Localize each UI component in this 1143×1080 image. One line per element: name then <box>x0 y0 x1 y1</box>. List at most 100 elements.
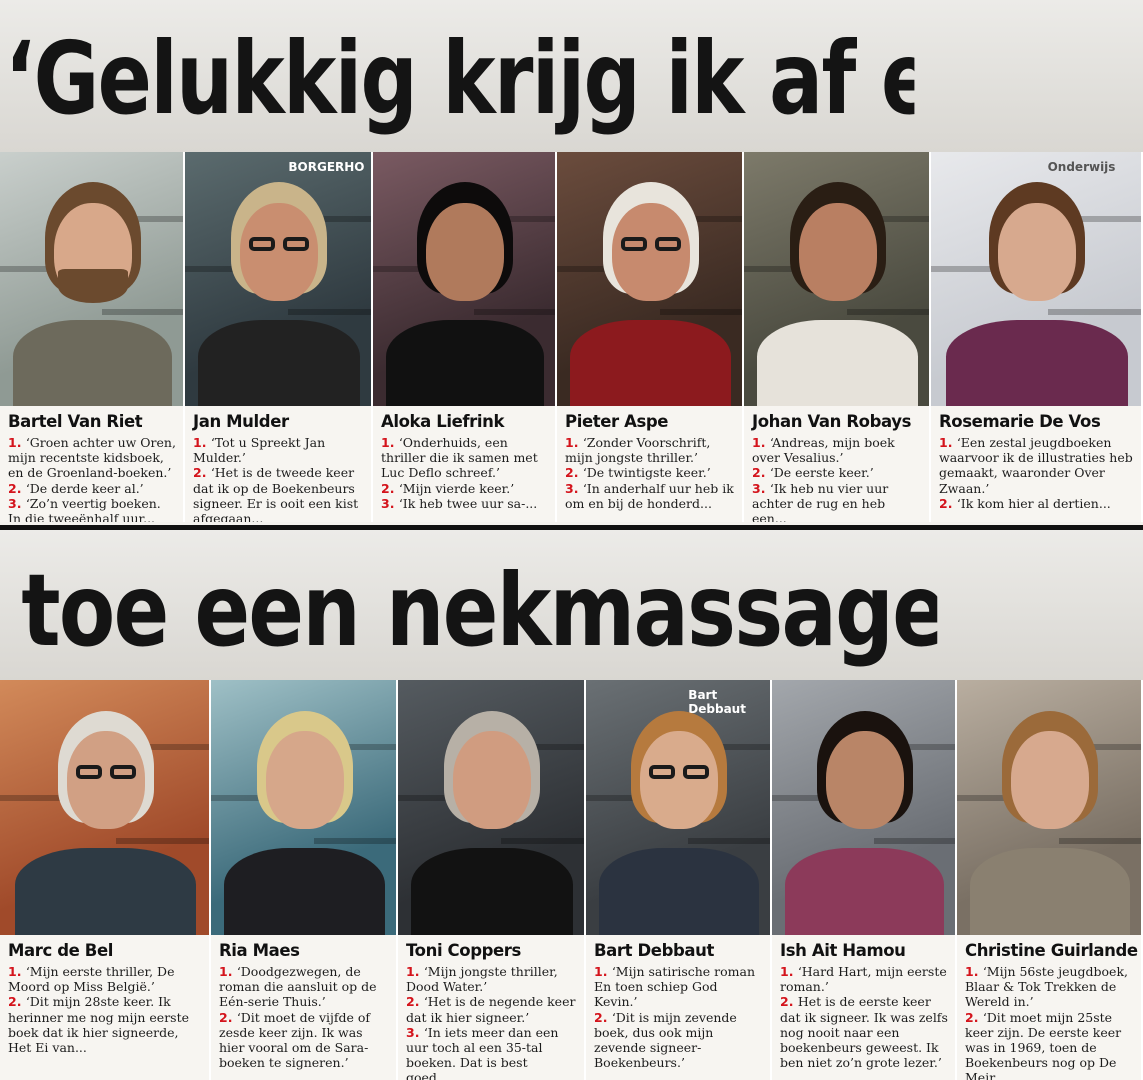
answer-text: ‘Onderhuids, een thriller die ik samen m… <box>381 435 538 481</box>
quote-answer: 3. ‘Ik heb twee uur sa-... <box>381 496 549 511</box>
question-number: 3. <box>381 495 399 511</box>
author-quotes: 1. ‘Andreas, mijn boek over Vesalius.’ 2.… <box>752 435 923 522</box>
question-number: 2. <box>594 1009 612 1025</box>
question-number: 1. <box>780 964 798 979</box>
quote-answer: 2. ‘Dit moet mijn 25ste keer zijn. De ee… <box>965 1010 1135 1080</box>
question-number: 2. <box>780 994 798 1010</box>
quote-answer: 2. Het is de eerste keer dat ik signeer.… <box>780 994 949 1070</box>
quote-answer: 2. ‘De twintigste keer.’ <box>565 465 736 480</box>
author-card-johan-van-robays: Johan Van Robays 1. ‘Andreas, mijn boek o… <box>744 152 931 522</box>
background-sign: Bart Debbaut <box>688 688 746 716</box>
question-number: 1. <box>8 435 26 450</box>
author-photo <box>0 152 183 406</box>
answer-text: ‘Zo’n veertig boeken. In die tweeënhalf … <box>8 495 161 522</box>
answer-text: ‘In anderhalf uur heb ik om en bij de ho… <box>565 480 734 511</box>
question-number: 2. <box>565 465 583 481</box>
answer-text: ‘Ik heb twee uur sa-... <box>398 495 538 511</box>
quote-answer: 1. ‘Tot u Spreekt Jan Mulder.’ <box>193 435 365 465</box>
quote-answer: 1. ‘Hard Hart, mijn eerste roman.’ <box>780 964 949 994</box>
quote-answer: 1. ‘Groen achter uw Oren, mijn recentste… <box>8 435 177 481</box>
question-number: 3. <box>406 1024 424 1040</box>
author-name: Pieter Aspe <box>565 412 669 431</box>
question-number: 1. <box>406 964 424 979</box>
author-quotes: 1. ‘Doodgezwegen, de roman die aansluit … <box>219 964 390 1070</box>
quote-answer: 1. ‘Onderhuids, een thriller die ik same… <box>381 435 549 481</box>
answer-text: ‘Dit moet de vijfde of zesde keer zijn. … <box>219 1009 371 1071</box>
author-quotes: 1. ‘Mijn satirische roman En toen schiep… <box>594 964 764 1070</box>
author-name: Bartel Van Riet <box>8 412 143 431</box>
answer-text: ‘Het is de tweede keer dat ik op de Boek… <box>193 465 359 522</box>
answer-text: ‘Mijn satirische roman En toen schiep Go… <box>594 964 756 1010</box>
question-number: 2. <box>965 1009 983 1025</box>
question-number: 1. <box>381 435 399 450</box>
author-photo <box>744 152 929 406</box>
answer-text: ‘Ik kom hier al dertien... <box>956 495 1111 511</box>
author-card-aloka-liefrink: Aloka Liefrink 1. ‘Onderhuids, een thrill… <box>373 152 557 522</box>
question-number: 2. <box>381 480 399 496</box>
author-name: Jan Mulder <box>193 412 289 431</box>
quote-answer: 2. ‘Het is de negende keer dat ik hier s… <box>406 994 578 1024</box>
quote-answer: 1. ‘Mijn satirische roman En toen schiep… <box>594 964 764 1010</box>
quote-answer: 1. ‘Andreas, mijn boek over Vesalius.’ <box>752 435 923 465</box>
answer-text: ‘Andreas, mijn boek over Vesalius.’ <box>752 435 895 466</box>
author-name: Rosemarie De Vos <box>939 412 1101 431</box>
headline-bottom: toe een nekmassage’ <box>21 552 938 669</box>
quote-answer: 3. ‘In iets meer dan een uur toch al een… <box>406 1025 578 1080</box>
author-card-bart-debbaut: Bart Debbaut Bart Debbaut 1. ‘Mijn satiris… <box>586 680 772 1080</box>
answer-text: ‘De derde keer al.’ <box>25 480 144 496</box>
quote-answer: 3. ‘Ik heb nu vier uur achter de rug en … <box>752 481 923 522</box>
answer-text: ‘Dit mijn 28ste keer. Ik herinner me nog… <box>8 994 189 1056</box>
answer-text: ‘Hard Hart, mijn eerste roman.’ <box>780 964 947 995</box>
portrait-row-top: Bartel Van Riet 1. ‘Groen achter uw Oren,… <box>0 152 1143 522</box>
author-card-toni-coppers: Toni Coppers 1. ‘Mijn jongste thriller, D… <box>398 680 586 1080</box>
answer-text: ‘De twintigste keer.’ <box>582 465 711 481</box>
answer-text: Het is de eerste keer dat ik signeer. Ik… <box>780 994 948 1071</box>
author-photo <box>398 680 584 935</box>
author-quotes: 1. ‘Tot u Spreekt Jan Mulder.’ 2. ‘Het is… <box>193 435 365 522</box>
quote-answer: 3. ‘In anderhalf uur heb ik om en bij de… <box>565 481 736 511</box>
question-number: 3. <box>565 480 583 496</box>
answer-text: ‘Mijn 56ste jeugdboek, Blaar & Tok Trekk… <box>965 964 1128 1010</box>
author-photo <box>211 680 396 935</box>
author-name: Ish Ait Hamou <box>780 941 906 960</box>
background-sign: Onderwijs <box>1047 160 1116 174</box>
author-quotes: 1. ‘Mijn 56ste jeugdboek, Blaar & Tok Tr… <box>965 964 1135 1080</box>
question-number: 1. <box>8 964 26 979</box>
author-name: Ria Maes <box>219 941 300 960</box>
question-number: 2. <box>752 465 770 481</box>
answer-text: ‘Het is de negende keer dat ik hier sign… <box>406 994 576 1025</box>
question-number: 1. <box>594 964 612 979</box>
author-photo <box>772 680 955 935</box>
question-number: 2. <box>939 495 957 511</box>
answer-text: ‘Tot u Spreekt Jan Mulder.’ <box>193 435 326 466</box>
portrait-row-bottom: Marc de Bel 1. ‘Mijn eerste thriller, De … <box>0 680 1143 1080</box>
author-quotes: 1. ‘Groen achter uw Oren, mijn recentste… <box>8 435 177 522</box>
quote-answer: 1. ‘Mijn 56ste jeugdboek, Blaar & Tok Tr… <box>965 964 1135 1010</box>
quote-answer: 1. ‘Mijn eerste thriller, De Moord op Mi… <box>8 964 203 994</box>
quote-answer: 2. ‘Het is de tweede keer dat ik op de B… <box>193 465 365 522</box>
question-number: 1. <box>939 435 957 450</box>
author-quotes: 1. ‘Zonder Voorschrift, mijn jongste thr… <box>565 435 736 511</box>
author-card-bartel-van-riet: Bartel Van Riet 1. ‘Groen achter uw Oren,… <box>0 152 185 522</box>
quote-answer: 2. ‘Ik kom hier al dertien... <box>939 496 1135 511</box>
author-photo <box>957 680 1141 935</box>
headline-top: ‘Gelukkig krijg ik af en <box>4 20 915 137</box>
answer-text: ‘Groen achter uw Oren, mijn recentste ki… <box>8 435 176 481</box>
question-number: 2. <box>219 1009 237 1025</box>
answer-text: ‘De eerste keer.’ <box>769 465 874 481</box>
author-quotes: 1. ‘Hard Hart, mijn eerste roman.’ 2. Het… <box>780 964 949 1070</box>
author-card-ria-maes: Ria Maes 1. ‘Doodgezwegen, de roman die a… <box>211 680 398 1080</box>
question-number: 3. <box>8 495 26 511</box>
question-number: 1. <box>965 964 983 979</box>
quote-answer: 2. ‘Dit is mijn zevende boek, dus ook mi… <box>594 1010 764 1071</box>
author-quotes: 1. ‘Mijn eerste thriller, De Moord op Mi… <box>8 964 203 1055</box>
quote-answer: 2. ‘Dit mijn 28ste keer. Ik herinner me … <box>8 994 203 1055</box>
answer-text: ‘Zonder Voorschrift, mijn jongste thrill… <box>565 435 711 466</box>
author-card-christine-guirlande: Christine Guirlande 1. ‘Mijn 56ste jeugdb… <box>957 680 1143 1080</box>
quote-answer: 1. ‘Doodgezwegen, de roman die aansluit … <box>219 964 390 1010</box>
answer-text: ‘Dit moet mijn 25ste keer zijn. De eerst… <box>965 1009 1122 1080</box>
author-quotes: 1. ‘Mijn jongste thriller, Dood Water.’ 2… <box>406 964 578 1080</box>
quote-answer: 2. ‘Mijn vierde keer.’ <box>381 481 549 496</box>
author-card-ish-ait-hamou: Ish Ait Hamou 1. ‘Hard Hart, mijn eerste … <box>772 680 957 1080</box>
answer-text: ‘Een zestal jeugdboeken waarvoor ik de i… <box>939 435 1133 496</box>
